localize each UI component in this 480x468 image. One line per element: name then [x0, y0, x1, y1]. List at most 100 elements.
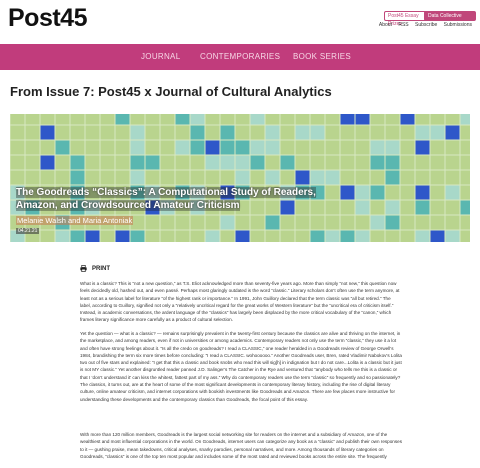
grid-cell — [399, 114, 416, 126]
grid-cell — [279, 229, 296, 242]
grid-cell — [309, 114, 326, 126]
grid-cell — [249, 169, 266, 186]
article-title: The Goodreads “Classics”: A Computationa… — [16, 186, 356, 212]
grid-cell — [204, 139, 221, 156]
grid-cell — [339, 214, 356, 231]
grid-cell — [384, 214, 401, 231]
grid-cell — [354, 154, 371, 171]
grid-cell — [159, 154, 176, 171]
grid-cell — [444, 214, 461, 231]
main-nav: JOURNAL CONTEMPORARIES BOOK SERIES — [0, 44, 480, 70]
grid-cell — [264, 154, 281, 171]
grid-cell — [324, 114, 341, 126]
grid-cell — [294, 154, 311, 171]
grid-cell — [429, 184, 446, 201]
grid-cell — [444, 199, 461, 216]
utility-links: About RSS Subscribe Submissions — [374, 22, 472, 28]
grid-cell — [54, 229, 71, 242]
grid-cell — [429, 214, 446, 231]
about-link[interactable]: About — [379, 22, 392, 28]
grid-cell — [279, 154, 296, 171]
grid-cell — [189, 229, 206, 242]
grid-cell — [429, 169, 446, 186]
grid-cell — [99, 169, 116, 186]
grid-cell — [459, 139, 470, 156]
grid-cell — [204, 114, 221, 126]
grid-cell — [384, 169, 401, 186]
grid-cell — [69, 114, 86, 126]
nav-book-series[interactable]: BOOK SERIES — [293, 52, 351, 61]
grid-cell — [459, 184, 470, 201]
grid-cell — [114, 114, 131, 126]
grid-cell — [144, 139, 161, 156]
grid-cell — [459, 169, 470, 186]
grid-cell — [399, 214, 416, 231]
grid-cell — [144, 214, 161, 231]
grid-cell — [54, 169, 71, 186]
grid-cell — [369, 154, 386, 171]
data-collective-select[interactable]: Data Collective — [424, 11, 476, 21]
grid-cell — [429, 139, 446, 156]
grid-cell — [384, 124, 401, 141]
grid-cell — [369, 114, 386, 126]
grid-cell — [414, 139, 431, 156]
grid-cell — [324, 169, 341, 186]
grid-cell — [69, 169, 86, 186]
grid-cell — [324, 229, 341, 242]
grid-cell — [264, 114, 281, 126]
grid-cell — [10, 124, 26, 141]
rss-link[interactable]: RSS — [398, 22, 408, 28]
grid-cell — [10, 154, 26, 171]
nav-journal[interactable]: JOURNAL — [141, 52, 180, 61]
grid-cell — [399, 154, 416, 171]
grid-cell — [354, 229, 371, 242]
grid-cell — [339, 229, 356, 242]
subscribe-link[interactable]: Subscribe — [415, 22, 437, 28]
site-logo[interactable]: Post45 — [8, 4, 87, 33]
submissions-link[interactable]: Submissions — [444, 22, 472, 28]
grid-cell — [189, 169, 206, 186]
grid-cell — [279, 214, 296, 231]
site-header: Post45 Post45 Essay Prizes Data Collecti… — [0, 0, 480, 44]
grid-cell — [204, 169, 221, 186]
grid-cell — [189, 154, 206, 171]
grid-cell — [399, 124, 416, 141]
grid-cell — [369, 169, 386, 186]
grid-cell — [129, 229, 146, 242]
grid-cell — [429, 199, 446, 216]
grid-cell — [129, 169, 146, 186]
grid-cell — [369, 184, 386, 201]
grid-cell — [39, 154, 56, 171]
grid-cell — [399, 229, 416, 242]
grid-cell — [129, 124, 146, 141]
grid-cell — [444, 139, 461, 156]
grid-cell — [444, 114, 461, 126]
grid-cell — [324, 214, 341, 231]
grid-cell — [294, 229, 311, 242]
grid-cell — [144, 154, 161, 171]
grid-cell — [174, 154, 191, 171]
grid-cell — [309, 124, 326, 141]
grid-cell — [309, 139, 326, 156]
grid-cell — [159, 214, 176, 231]
grid-cell — [339, 154, 356, 171]
grid-cell — [384, 139, 401, 156]
nav-contemporaries[interactable]: CONTEMPORARIES — [200, 52, 280, 61]
article-authors[interactable]: Melanie Walsh and Maria Antoniak — [16, 216, 134, 225]
grid-cell — [369, 214, 386, 231]
grid-cell — [249, 139, 266, 156]
grid-cell — [249, 114, 266, 126]
grid-cell — [354, 169, 371, 186]
grid-cell — [114, 139, 131, 156]
grid-cell — [234, 114, 251, 126]
grid-cell — [144, 169, 161, 186]
grid-cell — [174, 124, 191, 141]
essay-prizes-select[interactable]: Post45 Essay Prizes — [384, 11, 428, 27]
grid-cell — [24, 124, 41, 141]
grid-cell — [309, 154, 326, 171]
grid-cell — [414, 214, 431, 231]
grid-cell — [399, 139, 416, 156]
grid-cell — [339, 114, 356, 126]
grid-cell — [264, 229, 281, 242]
grid-cell — [339, 124, 356, 141]
